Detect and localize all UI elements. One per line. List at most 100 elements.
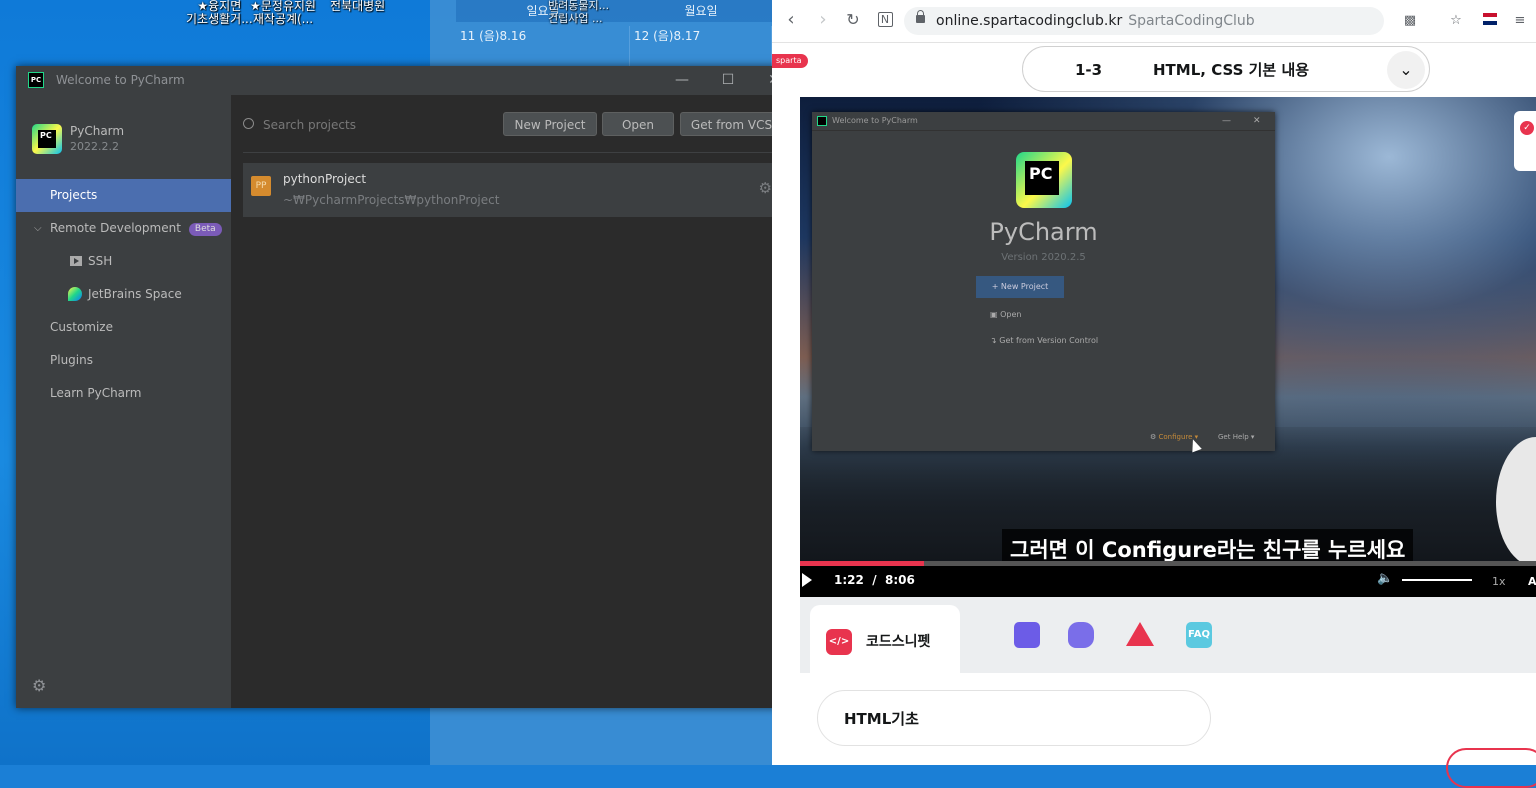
volume-slider[interactable] [1402, 579, 1472, 581]
snippet-chip[interactable]: HTML기초 [817, 690, 1211, 746]
lesson-title: HTML, CSS 기본 내용 [1153, 61, 1310, 79]
desktop-icon-line: 기초생활거... [186, 12, 253, 26]
star-icon[interactable]: ☆ [1448, 13, 1464, 29]
gear-icon: ⚙ [1150, 433, 1159, 441]
search-placeholder: Search projects [263, 118, 356, 132]
cursor-icon [1188, 437, 1202, 453]
sidebar-item-label: SSH [88, 254, 113, 268]
calendar-day-header: 월요일 [630, 0, 773, 22]
chevron-down-icon[interactable]: ⌄ [1387, 51, 1425, 89]
desktop-icon-label[interactable]: ★문정유지원 재작공계(... [250, 0, 316, 26]
calendar-date-cell[interactable]: 11 (음)8.16 [456, 26, 630, 66]
vcs-icon: ↴ [990, 336, 1000, 345]
address-bar[interactable]: online.spartacodingclub.kr SpartaCodingCl… [904, 7, 1416, 35]
chip-label: HTML기초 [844, 710, 919, 728]
pycharm-logo-icon: PC [1016, 152, 1072, 208]
video-vcs-label: Get from Version Control [999, 336, 1099, 345]
lesson-number: 1-3 [1075, 61, 1103, 79]
pycharm-logo-icon: PC [32, 124, 62, 154]
search-icon [243, 118, 254, 129]
reload-icon[interactable]: ↻ [842, 9, 864, 31]
gear-icon[interactable]: ⚙ [32, 676, 46, 695]
window-title: Welcome to PyCharm [56, 73, 185, 87]
beta-badge: Beta [188, 223, 222, 236]
project-path: ~₩PycharmProjects₩pythonProject [283, 193, 500, 207]
new-project-button[interactable]: New Project [503, 112, 597, 136]
sidebar-item-label: Learn PyCharm [50, 386, 142, 400]
sidebar-item-label: Remote Development [50, 221, 181, 235]
video-progress-bar[interactable] [800, 561, 1536, 566]
chat-icon[interactable] [1068, 622, 1094, 648]
logo-text: PC [1025, 161, 1059, 195]
floating-button[interactable] [1446, 748, 1536, 788]
sidebar-item-remote-development[interactable]: ⌵ Remote Development Beta [16, 212, 231, 245]
sidebar-item-projects[interactable]: Projects [16, 179, 231, 212]
forward-icon[interactable]: › [812, 9, 834, 31]
search-projects-input[interactable]: Search projects [243, 111, 483, 137]
lesson-selector[interactable]: 1-3 HTML, CSS 기본 내용 ⌄ [1022, 46, 1430, 92]
lesson-tabs: </> 코드스니펫 FAQ [800, 597, 1536, 673]
n-extension-icon[interactable]: N [874, 9, 896, 31]
faq-icon[interactable]: FAQ [1186, 622, 1212, 648]
pycharm-welcome-window: PC Welcome to PyCharm — ☐ ✕ PC PyCharm 2… [16, 66, 801, 708]
desktop-icon-line: 재작공계(... [252, 12, 314, 26]
calendar-date-cell[interactable]: 12 (음)8.17 [630, 26, 772, 66]
sidebar-item-label: Plugins [50, 353, 93, 367]
desktop-icon-label[interactable]: 전북대병원 [330, 0, 385, 13]
note-icon[interactable] [1014, 622, 1040, 648]
tab-code-snippet[interactable]: </> 코드스니펫 [810, 605, 960, 673]
sidebar-item-ssh[interactable]: SSH [16, 245, 231, 278]
video-open-label: Open [1000, 310, 1022, 319]
sparta-badge: sparta [772, 54, 808, 68]
logo-text: PC [38, 130, 56, 148]
sidebar-item-label: Customize [50, 320, 113, 334]
project-name: pythonProject [283, 172, 367, 186]
sidebar-item-learn-pycharm[interactable]: Learn PyCharm [16, 377, 231, 410]
recent-project-item[interactable]: PP pythonProject ~₩PycharmProjects₩pytho… [243, 163, 788, 217]
warning-icon[interactable] [1126, 622, 1154, 646]
notification-popup[interactable]: ✓ [1514, 111, 1536, 171]
reading-list-icon[interactable]: ≡ [1512, 13, 1528, 29]
video-window-title: Welcome to PyCharm [832, 116, 918, 125]
player-control[interactable]: A [1528, 563, 1536, 601]
flag-extension-icon[interactable] [1482, 13, 1498, 29]
back-icon[interactable]: ‹ [780, 9, 802, 31]
time-separator: / [872, 573, 877, 587]
maximize-button[interactable]: ☐ [705, 66, 751, 95]
video-controls: 1:22 / 8:06 🔈 1x A [800, 563, 1536, 597]
calendar-event-line: 건립사업 ... [548, 12, 603, 25]
terminal-icon [70, 256, 82, 266]
window-titlebar[interactable]: PC Welcome to PyCharm — ☐ ✕ [16, 66, 801, 95]
url-text: online.spartacodingclub.kr SpartaCodingCl… [936, 7, 1255, 35]
minimize-button[interactable]: — [659, 66, 705, 95]
screen-share-icon[interactable]: ▩ [1402, 13, 1418, 29]
video-time: 1:22 / 8:06 [834, 563, 915, 597]
open-button[interactable]: Open [602, 112, 674, 136]
calendar-event[interactable]: 반려동물지... 건립사업 ... [548, 0, 609, 25]
play-icon[interactable] [802, 573, 812, 587]
product-name: PyCharm [70, 124, 125, 138]
projects-panel: Search projects New Project Open Get fro… [231, 95, 801, 708]
volume-icon[interactable]: 🔈 [1377, 571, 1393, 586]
video-product-name: PyCharm [989, 218, 1098, 246]
playback-speed[interactable]: 1x [1492, 563, 1506, 601]
snippet-content: HTML기초 [800, 673, 1536, 765]
sidebar-item-label: Projects [50, 188, 98, 202]
code-icon: </> [826, 629, 852, 655]
video-new-project: + New Project [976, 276, 1064, 298]
close-icon: ✕ [1253, 116, 1261, 126]
pycharm-logo-icon [817, 116, 827, 126]
desktop-icon-label[interactable]: ★융지면 기초생활거... [186, 0, 253, 26]
site-name: SpartaCodingClub [1128, 13, 1255, 29]
sidebar-item-jetbrains-space[interactable]: JetBrains Space [16, 278, 231, 311]
video-open: ▣ Open [990, 310, 1021, 319]
gear-icon[interactable]: ⚙ [759, 179, 772, 197]
product-version: 2022.2.2 [70, 140, 119, 153]
get-from-vcs-button[interactable]: Get from VCS [680, 112, 783, 136]
lock-icon [916, 10, 925, 23]
lesson-video[interactable]: Welcome to PyCharm — ✕ PC PyCharm Versio… [800, 97, 1536, 597]
video-subtitle: 그러면 이 Configure라는 친구를 누르세요 [1002, 529, 1414, 565]
video-vcs: ↴ Get from Version Control [990, 336, 1098, 345]
sidebar-item-customize[interactable]: Customize [16, 311, 231, 344]
sidebar-item-plugins[interactable]: Plugins [16, 344, 231, 377]
